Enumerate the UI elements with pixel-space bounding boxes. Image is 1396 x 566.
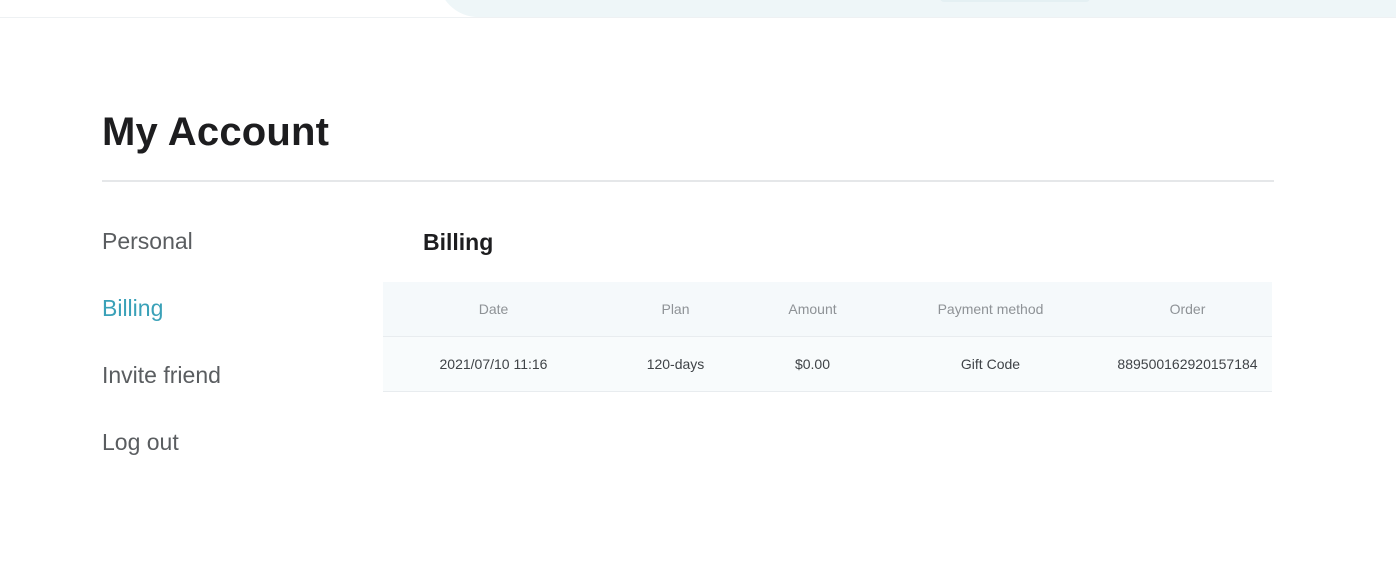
billing-section-title: Billing	[423, 229, 494, 255]
column-header-plan: Plan	[604, 282, 747, 337]
nav-item-invite-friend[interactable]: Invite friend	[102, 358, 221, 392]
billing-table: Date Plan Amount Payment method Order 20…	[383, 282, 1272, 392]
column-header-date: Date	[383, 282, 604, 337]
title-divider	[102, 180, 1274, 182]
column-header-order: Order	[1103, 282, 1272, 337]
cell-payment-method: Gift Code	[878, 336, 1103, 392]
table-header-row: Date Plan Amount Payment method Order	[383, 282, 1272, 337]
table-row: 2021/07/10 11:16 120-days $0.00 Gift Cod…	[383, 336, 1272, 392]
page-title: My Account	[102, 110, 330, 154]
account-side-nav: Personal Billing Invite friend Log out	[102, 224, 221, 492]
nav-item-billing[interactable]: Billing	[102, 291, 221, 325]
cell-date: 2021/07/10 11:16	[383, 336, 604, 392]
column-header-amount: Amount	[747, 282, 878, 337]
cell-amount: $0.00	[747, 336, 878, 392]
header-decorative-accent	[940, 0, 1090, 2]
billing-table-body: 2021/07/10 11:16 120-days $0.00 Gift Cod…	[383, 336, 1272, 392]
header-decorative-shape	[438, 0, 1396, 17]
billing-table-header: Date Plan Amount Payment method Order	[383, 282, 1272, 337]
cell-plan: 120-days	[604, 336, 747, 392]
column-header-payment-method: Payment method	[878, 282, 1103, 337]
nav-item-personal[interactable]: Personal	[102, 224, 221, 258]
nav-item-log-out[interactable]: Log out	[102, 425, 221, 459]
cell-order: 889500162920157184	[1103, 336, 1272, 392]
top-header-bar	[0, 0, 1396, 18]
